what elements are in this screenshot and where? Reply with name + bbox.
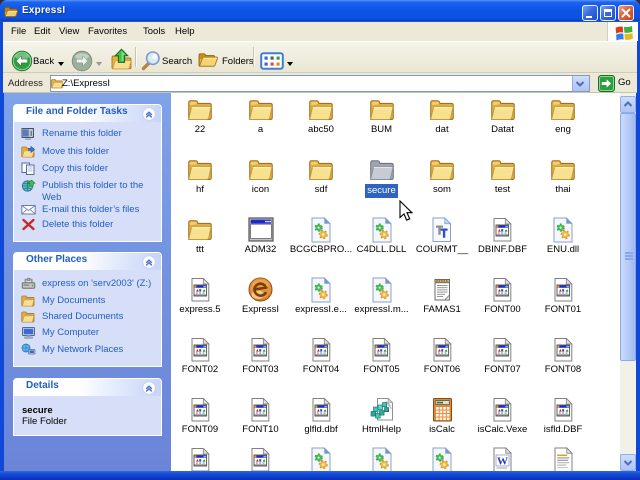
svg-text:W: W	[497, 455, 508, 467]
